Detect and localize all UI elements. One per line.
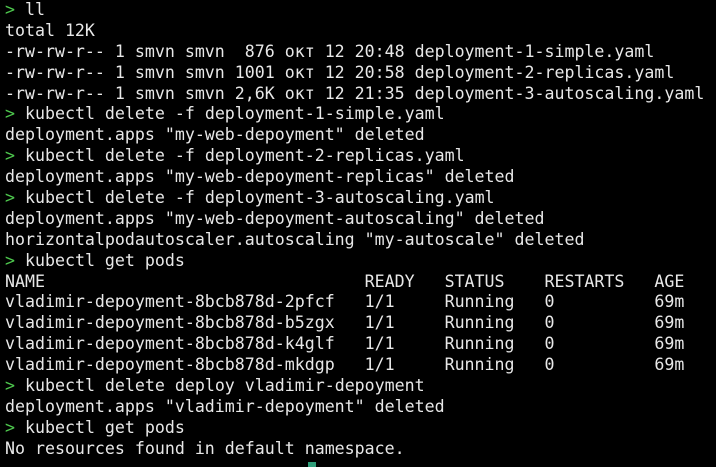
output-line: deployment.apps "my-web-depoyment-autosc… <box>5 209 716 230</box>
command-text: kubectl get pods <box>25 417 185 437</box>
output-text: total 12K <box>5 20 95 40</box>
command-line: > kubectl get pods <box>5 418 716 439</box>
output-text: vladimir-depoyment-8bcb878d-k4glf 1/1 Ru… <box>5 334 685 354</box>
command-text: kubectl delete deploy vladimir-depoyment <box>25 376 425 396</box>
output-text: vladimir-depoyment-8bcb878d-mkdgp 1/1 Ru… <box>5 355 685 375</box>
output-line: vladimir-depoyment-8bcb878d-mkdgp 1/1 Ru… <box>5 355 716 376</box>
output-text: vladimir-depoyment-8bcb878d-2pfcf 1/1 Ru… <box>5 292 685 312</box>
output-text: No resources found in default namespace. <box>5 438 405 458</box>
command-line: > kubectl delete -f deployment-3-autosca… <box>5 188 716 209</box>
output-text: vladimir-depoyment-8bcb878d-b5zgx 1/1 Ru… <box>5 313 685 333</box>
output-text: -rw-rw-r-- 1 smvn smvn 876 окт 12 20:48 … <box>5 41 655 61</box>
output-line: total 12K <box>5 21 716 42</box>
output-line: deployment.apps "my-web-depoyment" delet… <box>5 125 716 146</box>
output-text: deployment.apps "my-web-depoyment-autosc… <box>5 208 545 228</box>
command-text: kubectl delete -f deployment-1-simple.ya… <box>25 104 445 124</box>
prompt-symbol: > <box>5 0 15 19</box>
output-line: vladimir-depoyment-8bcb878d-2pfcf 1/1 Ru… <box>5 292 716 313</box>
command-text: ll <box>25 0 45 19</box>
output-text: NAME READY STATUS RESTARTS AGE <box>5 271 685 291</box>
prompt-symbol: > <box>5 376 15 396</box>
prompt-symbol: > <box>5 250 15 270</box>
output-line: deployment.apps "vladimir-depoyment" del… <box>5 397 716 418</box>
output-text: horizontalpodautoscaler.autoscaling "my-… <box>5 229 585 249</box>
output-line: vladimir-depoyment-8bcb878d-b5zgx 1/1 Ru… <box>5 313 716 334</box>
prompt-symbol: > <box>5 146 15 166</box>
command-line: > kubectl get pods <box>5 251 716 272</box>
output-line: No resources found in default namespace. <box>5 439 716 460</box>
command-text: kubectl get pods <box>25 250 185 270</box>
command-text: kubectl delete -f deployment-2-replicas.… <box>25 146 465 166</box>
command-line: > ll <box>5 0 716 21</box>
output-line: -rw-rw-r-- 1 smvn smvn 876 окт 12 20:48 … <box>5 42 716 63</box>
output-line: -rw-rw-r-- 1 smvn smvn 1001 окт 12 20:58… <box>5 63 716 84</box>
prompt-symbol: > <box>5 417 15 437</box>
output-text: deployment.apps "my-web-depoyment-replic… <box>5 167 515 187</box>
prompt-symbol: > <box>5 104 15 124</box>
output-line: vladimir-depoyment-8bcb878d-k4glf 1/1 Ru… <box>5 334 716 355</box>
prompt-symbol: > <box>5 188 15 208</box>
output-text: -rw-rw-r-- 1 smvn smvn 2,6K окт 12 21:35… <box>5 83 705 103</box>
terminal-window[interactable]: > ll total 12K -rw-rw-r-- 1 smvn smvn 876 … <box>0 0 716 467</box>
output-text: -rw-rw-r-- 1 smvn smvn 1001 окт 12 20:58… <box>5 62 675 82</box>
terminal-output: > ll total 12K -rw-rw-r-- 1 smvn smvn 876 … <box>5 0 716 460</box>
command-text: kubectl delete -f deployment-3-autoscali… <box>25 188 495 208</box>
output-line: horizontalpodautoscaler.autoscaling "my-… <box>5 230 716 251</box>
output-text: deployment.apps "vladimir-depoyment" del… <box>5 396 445 416</box>
output-line: -rw-rw-r-- 1 smvn smvn 2,6K окт 12 21:35… <box>5 84 716 105</box>
output-line: deployment.apps "my-web-depoyment-replic… <box>5 167 716 188</box>
output-text: deployment.apps "my-web-depoyment" delet… <box>5 125 425 145</box>
command-line: > kubectl delete -f deployment-1-simple.… <box>5 104 716 125</box>
command-line: > kubectl delete -f deployment-2-replica… <box>5 146 716 167</box>
output-line: NAME READY STATUS RESTARTS AGE <box>5 272 716 293</box>
command-line: > kubectl delete deploy vladimir-depoyme… <box>5 376 716 397</box>
terminal-cursor <box>308 462 316 467</box>
